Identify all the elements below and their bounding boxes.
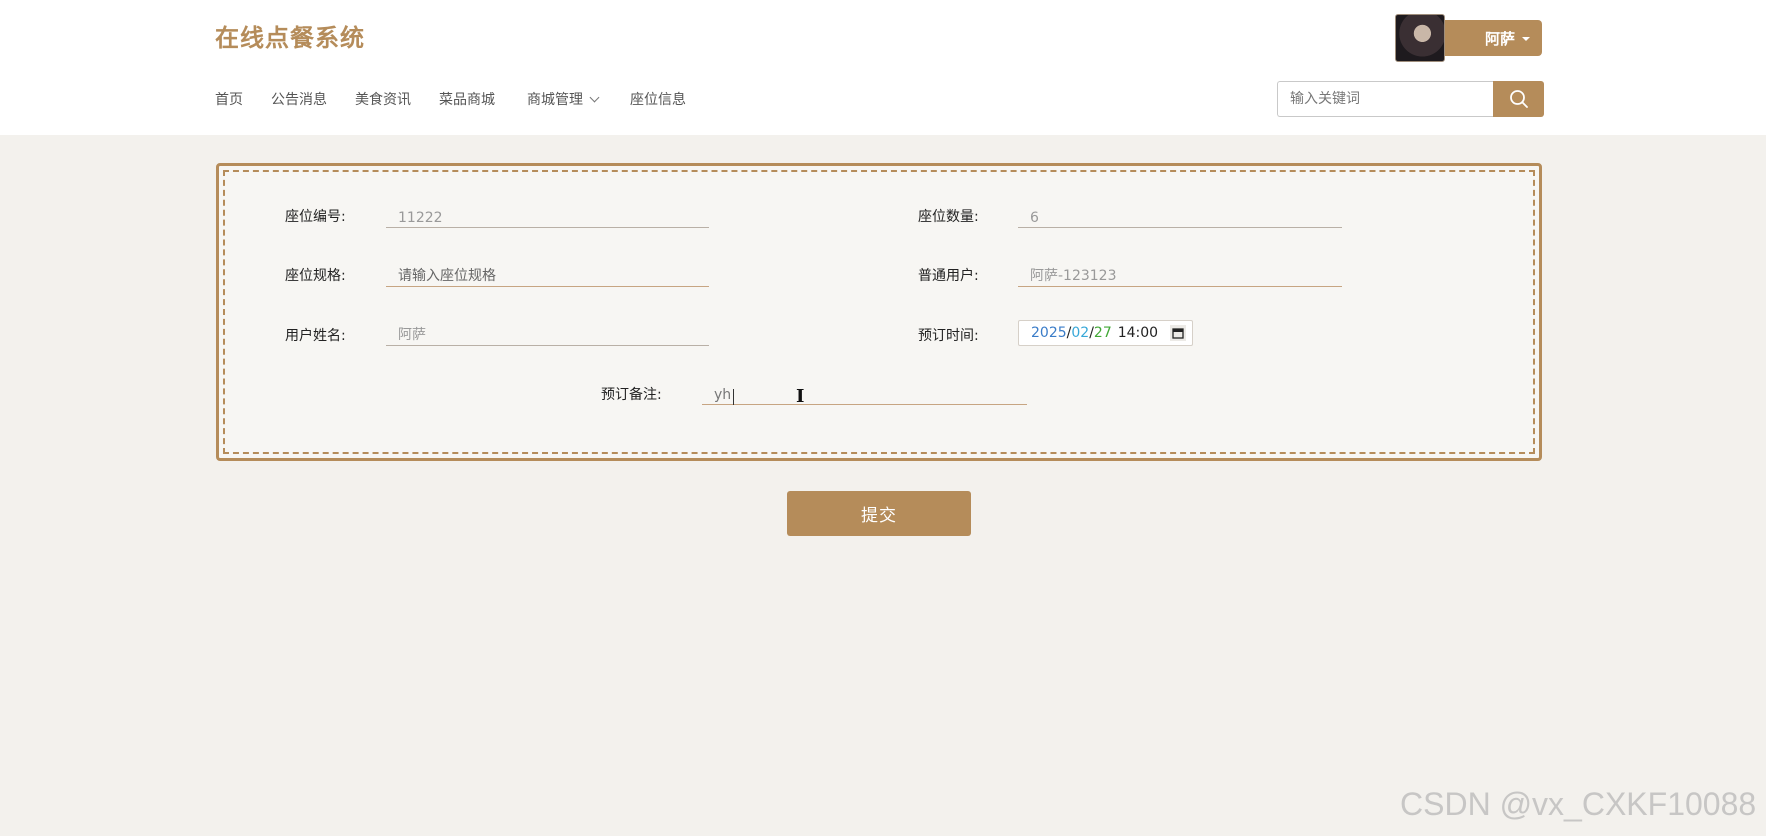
nav-food-news[interactable]: 美食资讯: [355, 89, 411, 109]
avatar[interactable]: [1395, 14, 1445, 62]
top-header: 在线点餐系统 首页 公告消息 美食资讯 菜品商城 商城管理 座位信息 阿萨: [0, 0, 1766, 135]
date-time: 14:00: [1117, 325, 1159, 341]
booking-note-field[interactable]: yh: [702, 383, 1027, 405]
nav-mall-management-label: 商城管理: [527, 92, 583, 108]
site-title[interactable]: 在线点餐系统: [215, 18, 365, 53]
seat-number-label: 座位编号:: [285, 209, 346, 225]
seat-count-field[interactable]: 6: [1018, 206, 1342, 228]
seat-spec-field[interactable]: 请输入座位规格: [386, 265, 709, 287]
user-menu[interactable]: 阿萨: [1395, 14, 1542, 62]
nav-mall-management[interactable]: 商城管理: [527, 89, 600, 109]
date-day: 27: [1093, 325, 1112, 341]
user-name: 阿萨: [1484, 29, 1515, 48]
user-account-value: 阿萨-123123: [1030, 268, 1117, 284]
user-account-field[interactable]: 阿萨-123123: [1018, 265, 1342, 287]
caret-down-icon: [1522, 37, 1530, 41]
nav-home[interactable]: 首页: [215, 89, 243, 109]
booking-time-label: 预订时间:: [918, 328, 979, 344]
search-input[interactable]: [1277, 81, 1493, 117]
text-caret: [733, 389, 734, 405]
nav-dish-mall[interactable]: 菜品商城: [439, 89, 495, 109]
seat-spec-placeholder: 请输入座位规格: [398, 268, 496, 284]
date-month: 02: [1071, 325, 1090, 341]
seat-number-field[interactable]: 11222: [386, 206, 709, 228]
seat-number-value: 11222: [398, 210, 443, 226]
nav-seat-info[interactable]: 座位信息: [630, 89, 686, 109]
user-name-label: 用户姓名:: [285, 328, 346, 344]
submit-button[interactable]: 提交: [787, 491, 971, 536]
search-button[interactable]: [1493, 81, 1544, 117]
user-dropdown-button[interactable]: 阿萨: [1441, 20, 1542, 56]
search-bar: [1277, 81, 1544, 117]
user-name-value: 阿萨: [398, 327, 426, 343]
seat-count-label: 座位数量:: [918, 209, 979, 225]
date-year: 2025: [1031, 325, 1067, 341]
seat-count-value: 6: [1030, 210, 1039, 226]
chevron-down-icon: [589, 92, 600, 102]
seat-spec-label: 座位规格:: [285, 268, 346, 284]
search-icon: [1509, 90, 1528, 108]
nav-announcements[interactable]: 公告消息: [271, 89, 327, 109]
watermark: CSDN @vx_CXKF10088: [1400, 786, 1757, 822]
user-account-label: 普通用户:: [918, 268, 979, 284]
user-name-field[interactable]: 阿萨: [386, 324, 709, 346]
calendar-icon[interactable]: [1170, 325, 1186, 341]
booking-note-label: 预订备注:: [601, 387, 662, 403]
booking-note-value: yh: [714, 387, 732, 403]
booking-time-input[interactable]: 2025/02/27 14:00: [1018, 320, 1193, 346]
ibeam-cursor-icon: I: [796, 386, 805, 407]
main-nav: 首页 公告消息 美食资讯 菜品商城 商城管理 座位信息: [215, 89, 714, 109]
